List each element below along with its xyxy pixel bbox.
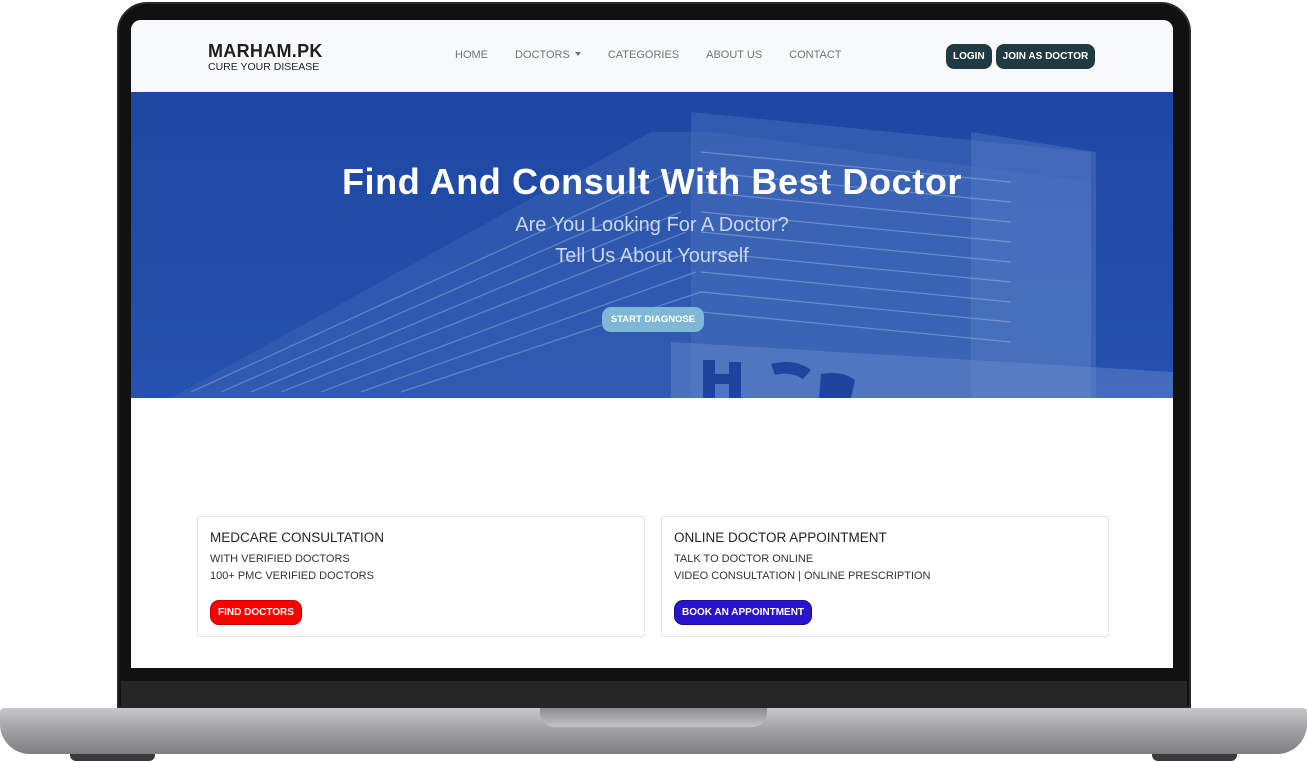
brand-logo[interactable]: MARHAM.PK CURE YOUR DISEASE: [208, 41, 323, 73]
screen: MARHAM.PK CURE YOUR DISEASE HOME DOCTORS…: [131, 20, 1173, 668]
brand-tagline: CURE YOUR DISEASE: [208, 61, 320, 73]
hero-subtitle-line2: Tell Us About Yourself: [555, 245, 749, 267]
medcare-consultation-card: MEDCARE CONSULTATION WITH VERIFIED DOCTO…: [197, 516, 645, 637]
find-doctors-button[interactable]: FIND DOCTORS: [210, 600, 302, 625]
card-text: 100+ PMC VERIFIED DOCTORS: [210, 570, 374, 582]
nav-doctors-dropdown[interactable]: DOCTORS: [515, 49, 581, 61]
laptop-frame: MARHAM.PK CURE YOUR DISEASE HOME DOCTORS…: [0, 0, 1307, 762]
card-text: TALK TO DOCTOR ONLINE: [674, 553, 814, 565]
caret-down-icon: [574, 52, 581, 56]
card-text: WITH VERIFIED DOCTORS: [210, 553, 350, 565]
laptop-notch: [540, 708, 767, 727]
nav-home[interactable]: HOME: [455, 49, 488, 61]
navbar: MARHAM.PK CURE YOUR DISEASE HOME DOCTORS…: [131, 20, 1173, 92]
book-appointment-button[interactable]: BOOK AN APPOINTMENT: [674, 600, 813, 625]
hero-banner: Find And Consult With Best Doctor Are Yo…: [131, 92, 1173, 398]
card-text: VIDEO CONSULTATION | ONLINE PRESCRIPTION: [674, 570, 931, 582]
nav-buttons: LOGIN JOIN AS DOCTOR: [946, 44, 1096, 69]
start-diagnose-button[interactable]: START DIAGNOSE: [602, 307, 704, 332]
card-title: MEDCARE CONSULTATION: [210, 530, 385, 545]
join-as-doctor-button[interactable]: JOIN AS DOCTOR: [995, 44, 1096, 69]
hero-subtitle-line1: Are You Looking For A Doctor?: [515, 214, 789, 236]
nav-doctors-label: DOCTORS: [515, 49, 570, 61]
main-nav: HOME DOCTORS CATEGORIES ABOUT US CONTACT: [455, 49, 869, 61]
login-button[interactable]: LOGIN: [946, 44, 992, 69]
nav-categories[interactable]: CATEGORIES: [608, 49, 679, 61]
card-title: ONLINE DOCTOR APPOINTMENT: [674, 530, 887, 545]
hero-title: Find And Consult With Best Doctor: [341, 161, 963, 202]
laptop-chin: [121, 681, 1187, 708]
laptop-foot-right: [1152, 754, 1237, 761]
nav-about-us[interactable]: ABOUT US: [706, 49, 762, 61]
brand-title: MARHAM.PK: [208, 41, 323, 61]
laptop-foot-left: [70, 754, 155, 761]
online-appointment-card: ONLINE DOCTOR APPOINTMENT TALK TO DOCTOR…: [661, 516, 1109, 637]
nav-contact[interactable]: CONTACT: [789, 49, 841, 61]
